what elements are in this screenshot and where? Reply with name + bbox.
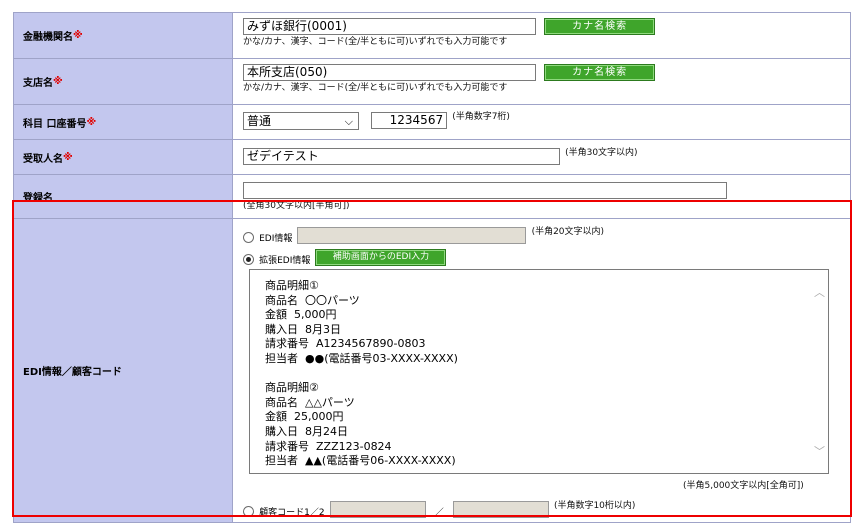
recipient-row: 受取人名 ※ ゼデイテスト (半角30文字以内) <box>13 140 851 175</box>
customer-code-option-label: 顧客コード1／2 <box>259 508 325 518</box>
extended-edi-text: 商品明細① 商品名 〇〇パーツ 金額 5,000円 購入日 8月3日 請求番号 … <box>265 279 458 468</box>
registered-name-input[interactable] <box>243 182 727 199</box>
bank-kana-search-button[interactable]: カナ名検索 <box>544 18 656 35</box>
branch-hint: かな/カナ、漢字、コード(全/半ともに可)いずれでも入力可能です <box>243 83 508 93</box>
branch-row: 支店名 ※ 本所支店(050) カナ名検索 かな/カナ、漢字、コード(全/半ともに… <box>13 59 851 105</box>
edi-row: EDI情報／顧客コード EDI情報 (半角20文字以内) 拡張EDI情報 補助画… <box>13 219 851 523</box>
assist-edi-input-button[interactable]: 補助画面からのEDI入力 <box>315 249 447 266</box>
extended-edi-textarea[interactable]: 商品明細① 商品名 〇〇パーツ 金額 5,000円 購入日 8月3日 請求番号 … <box>249 269 829 474</box>
registered-name-hint: (全角30文字以内[半角可]) <box>243 201 350 211</box>
chevron-down-icon: ⌵ <box>344 115 353 128</box>
recipient-label: 受取人名 ※ <box>14 140 233 174</box>
branch-label: 支店名 ※ <box>14 59 233 104</box>
account-label: 科目 口座番号 ※ <box>14 105 233 139</box>
recipient-input[interactable]: ゼデイテスト <box>243 148 560 165</box>
registered-name-label: 登録名 <box>14 175 233 218</box>
branch-input[interactable]: 本所支店(050) <box>243 64 536 81</box>
edi-info-option-label: EDI情報 <box>259 234 293 244</box>
transfer-form: 金融機関名 ※ みずほ銀行(0001) カナ名検索 かな/カナ、漢字、コード(全/… <box>13 12 851 523</box>
registered-name-row: 登録名 (全角30文字以内[半角可]) <box>13 175 851 219</box>
chevron-down-icon[interactable]: ﹀ <box>814 443 825 459</box>
branch-kana-search-button[interactable]: カナ名検索 <box>544 64 656 81</box>
bank-row: 金融機関名 ※ みずほ銀行(0001) カナ名検索 かな/カナ、漢字、コード(全/… <box>13 13 851 59</box>
account-row: 科目 口座番号 ※ 普通 ⌵ 1234567 (半角数字7桁) <box>13 105 851 140</box>
edi-info-input[interactable] <box>297 227 527 244</box>
edi-label: EDI情報／顧客コード <box>14 219 233 522</box>
extended-edi-hint: (半角5,000文字以内[全角可]) <box>683 481 804 491</box>
customer-code-1-input[interactable] <box>329 501 426 518</box>
required-mark: ※ <box>53 76 63 87</box>
bank-hint: かな/カナ、漢字、コード(全/半ともに可)いずれでも入力可能です <box>243 37 508 47</box>
extended-edi-radio[interactable] <box>243 254 254 265</box>
required-mark: ※ <box>73 30 83 41</box>
required-mark: ※ <box>63 151 73 163</box>
edi-info-radio[interactable] <box>243 232 254 243</box>
account-number-input[interactable]: 1234567 <box>371 112 448 129</box>
recipient-hint: (半角30文字以内) <box>565 148 638 158</box>
edi-info-hint: (半角20文字以内) <box>531 227 605 237</box>
customer-code-2-input[interactable] <box>452 501 549 518</box>
textarea-scrollbar[interactable]: ︿ ﹀ <box>811 270 828 473</box>
customer-code-hint: (半角数字10桁以内) <box>553 501 636 511</box>
customer-code-radio[interactable] <box>243 506 254 517</box>
extended-edi-option-label: 拡張EDI情報 <box>259 256 311 266</box>
account-type-select[interactable]: 普通 ⌵ <box>243 112 359 130</box>
account-hint: (半角数字7桁) <box>452 112 510 122</box>
chevron-up-icon[interactable]: ︿ <box>814 284 825 300</box>
bank-input[interactable]: みずほ銀行(0001) <box>243 18 536 35</box>
required-mark: ※ <box>86 116 97 128</box>
bank-label: 金融機関名 ※ <box>14 13 233 58</box>
customer-code-separator: ／ <box>434 508 444 518</box>
